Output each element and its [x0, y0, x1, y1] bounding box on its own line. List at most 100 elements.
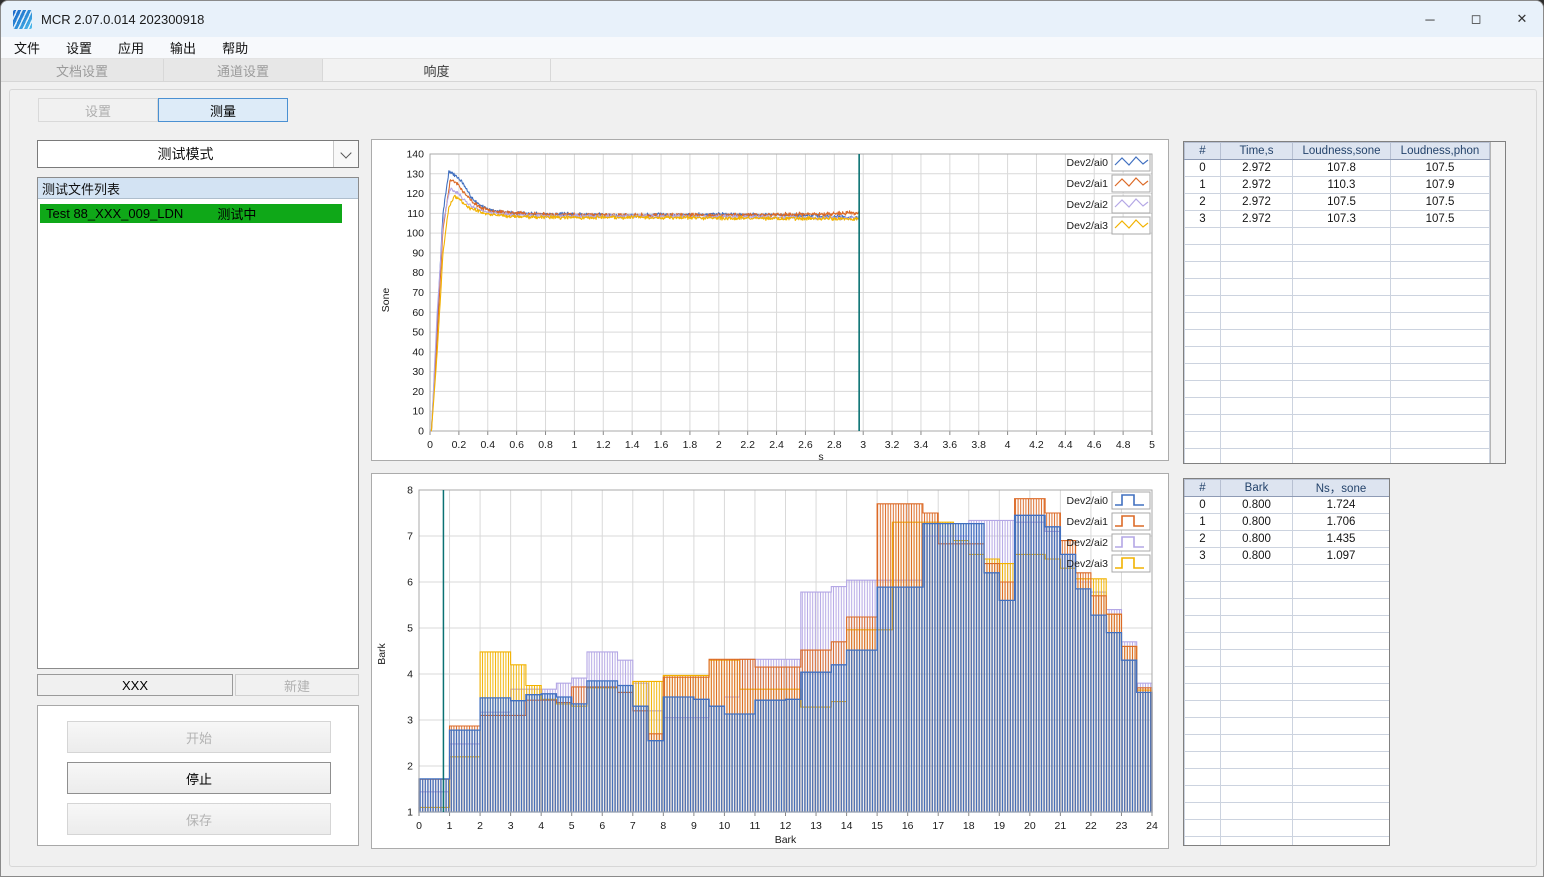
svg-text:30: 30: [412, 366, 424, 378]
svg-text:1: 1: [407, 807, 413, 819]
minimize-button[interactable]: ─: [1407, 1, 1453, 37]
close-button[interactable]: ✕: [1499, 1, 1543, 37]
table-row[interactable]: 1 2.972 110.3 107.9: [1184, 176, 1490, 194]
empty-row: [1184, 683, 1389, 701]
empty-row: [1184, 802, 1389, 820]
empty-row: [1184, 363, 1490, 381]
svg-text:4.8: 4.8: [1116, 439, 1131, 451]
svg-text:21: 21: [1055, 820, 1067, 832]
empty-row: [1184, 785, 1389, 803]
menu-item-0[interactable]: 文件: [1, 37, 53, 58]
table-row[interactable]: 3 2.972 107.3 107.5: [1184, 210, 1490, 228]
empty-row: [1184, 278, 1490, 296]
svg-text:Dev2/ai3: Dev2/ai3: [1067, 220, 1109, 232]
empty-row: [1184, 717, 1389, 735]
empty-row: [1184, 615, 1389, 633]
svg-text:2.8: 2.8: [827, 439, 842, 451]
dropdown-button[interactable]: [333, 141, 358, 167]
empty-row: [1184, 564, 1389, 582]
svg-text:130: 130: [406, 168, 424, 180]
table-scrollbar-gutter[interactable]: [1490, 142, 1505, 463]
tab-1[interactable]: 通道设置: [164, 59, 323, 81]
svg-text:5: 5: [569, 820, 575, 832]
table-row[interactable]: 3 0.800 1.097: [1184, 547, 1389, 565]
window-controls: ─ ◻ ✕: [1407, 1, 1543, 37]
bark-spectrum-chart-panel: 0 1 2 3 4 5 6 7 8 9 10 11 12 13 14 15 16 17 18 19 20 21 22 23 24…: [371, 473, 1169, 849]
empty-row: [1184, 414, 1490, 432]
empty-row: [1184, 666, 1389, 684]
loudness-time-chart-panel: 0 0.2 0.4 0.6 0.8 1 1.2 1.4 1.6 1.8 2 2.2 2.4 2.6 2.8 3…: [371, 139, 1169, 461]
menu-item-3[interactable]: 输出: [157, 37, 209, 58]
menu-item-1[interactable]: 设置: [53, 37, 105, 58]
svg-text:1.8: 1.8: [683, 439, 698, 451]
svg-text:7: 7: [630, 820, 636, 832]
svg-text:2.2: 2.2: [740, 439, 755, 451]
loudness-table-panel: # Time,s Loudness,sone Loudness,phon 0 2.972 1…: [1183, 141, 1506, 464]
empty-row: [1184, 836, 1389, 845]
svg-text:Dev2/ai2: Dev2/ai2: [1067, 537, 1109, 549]
svg-text:10: 10: [719, 820, 731, 832]
empty-row: [1184, 346, 1490, 364]
empty-row: [1184, 312, 1490, 330]
test-mode-select[interactable]: 测试模式: [37, 140, 359, 168]
svg-text:16: 16: [902, 820, 914, 832]
svg-text:70: 70: [412, 287, 424, 299]
table-row[interactable]: 2 0.800 1.435: [1184, 530, 1389, 548]
svg-text:1.4: 1.4: [625, 439, 640, 451]
table-row[interactable]: 1 0.800 1.706: [1184, 513, 1389, 531]
subtab-1[interactable]: 测量: [158, 98, 288, 122]
subtab-0: 设置: [38, 98, 158, 122]
empty-row: [1184, 632, 1389, 650]
svg-text:Dev2/ai0: Dev2/ai0: [1067, 157, 1109, 169]
svg-text:10: 10: [412, 406, 424, 418]
column-header: Bark: [1220, 479, 1293, 497]
svg-text:23: 23: [1116, 820, 1128, 832]
svg-text:3: 3: [860, 439, 866, 451]
table-row[interactable]: 0 0.800 1.724: [1184, 496, 1389, 514]
column-header: #: [1184, 142, 1221, 160]
svg-text:8: 8: [407, 485, 413, 497]
empty-row: [1184, 768, 1389, 786]
svg-text:Dev2/ai1: Dev2/ai1: [1067, 178, 1109, 190]
empty-row: [1184, 244, 1490, 262]
control-button-2: 保存: [67, 803, 331, 835]
tab-0[interactable]: 文档设置: [1, 59, 164, 81]
svg-text:22: 22: [1085, 820, 1097, 832]
table-row[interactable]: 2 2.972 107.5 107.5: [1184, 193, 1490, 211]
tab-bar: 文档设置 通道设置 响度: [1, 59, 1543, 82]
menu-item-2[interactable]: 应用: [105, 37, 157, 58]
svg-text:2.6: 2.6: [798, 439, 813, 451]
file-list-header: 测试文件列表: [38, 178, 358, 199]
svg-text:4.6: 4.6: [1087, 439, 1102, 451]
svg-text:0: 0: [416, 820, 422, 832]
svg-text:4.4: 4.4: [1058, 439, 1073, 451]
svg-text:1.6: 1.6: [654, 439, 669, 451]
column-header: #: [1184, 479, 1221, 497]
file-button-0[interactable]: XXX: [37, 674, 233, 696]
svg-text:3.8: 3.8: [971, 439, 986, 451]
test-mode-value: 测试模式: [157, 146, 214, 162]
svg-text:5: 5: [1149, 439, 1155, 451]
empty-row: [1184, 397, 1490, 415]
menu-item-4[interactable]: 帮助: [209, 37, 261, 58]
svg-text:11: 11: [750, 820, 761, 832]
svg-text:Dev2/ai0: Dev2/ai0: [1067, 495, 1109, 507]
tab-2[interactable]: 响度: [323, 59, 551, 81]
svg-text:3.6: 3.6: [943, 439, 958, 451]
svg-text:3: 3: [407, 715, 413, 727]
empty-row: [1184, 329, 1490, 347]
test-file-list: 测试文件列表 Test 88_XXX_009_LDN 测试中: [37, 177, 359, 669]
svg-text:5: 5: [407, 623, 413, 635]
table-row[interactable]: 0 2.972 107.8 107.5: [1184, 159, 1490, 177]
empty-row: [1184, 598, 1389, 616]
control-button-1[interactable]: 停止: [67, 762, 331, 794]
svg-text:0.6: 0.6: [509, 439, 524, 451]
empty-row: [1184, 700, 1389, 718]
svg-text:Dev2/ai1: Dev2/ai1: [1067, 516, 1109, 528]
svg-text:20: 20: [412, 386, 424, 398]
svg-text:Bark: Bark: [775, 834, 797, 846]
empty-row: [1184, 261, 1490, 279]
test-file-item[interactable]: Test 88_XXX_009_LDN 测试中: [40, 204, 342, 223]
maximize-button[interactable]: ◻: [1453, 1, 1499, 37]
empty-row: [1184, 819, 1389, 837]
